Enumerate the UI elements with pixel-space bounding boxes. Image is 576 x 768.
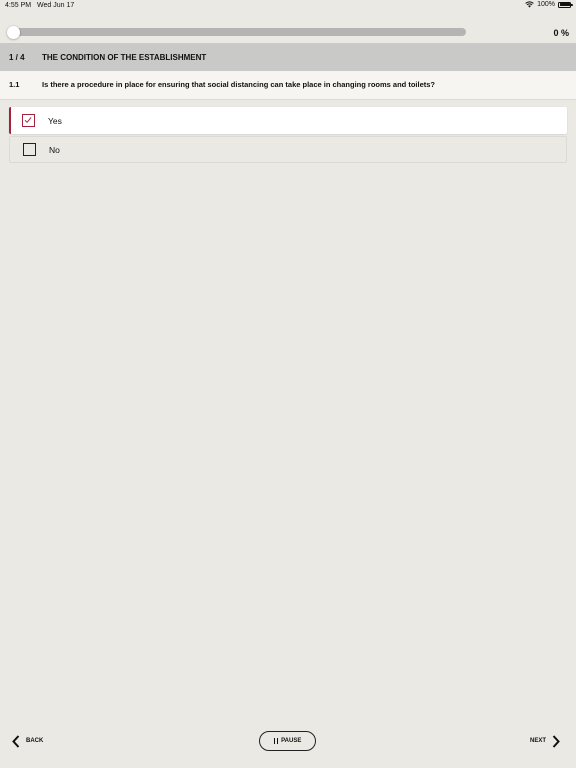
question-text: Is there a procedure in place for ensuri… (42, 80, 436, 89)
back-label: BACK (26, 738, 44, 744)
checkbox-unchecked-icon[interactable] (23, 143, 36, 156)
wifi-icon (525, 1, 534, 8)
pause-icon (273, 738, 279, 744)
battery-percent: 100% (537, 1, 555, 8)
answer-label-no: No (49, 144, 60, 155)
answer-option-no[interactable]: No (9, 136, 567, 163)
pause-button[interactable]: PAUSE (259, 731, 316, 751)
progress-label: 0 % (553, 28, 569, 38)
question-number: 1.1 (9, 80, 20, 89)
status-bar: 4:55 PM Wed Jun 17 100% (0, 0, 576, 12)
next-button[interactable]: NEXT (530, 733, 560, 749)
battery-fill (559, 3, 570, 6)
status-indicators: 100% (525, 1, 573, 8)
answer-label-yes: Yes (48, 115, 62, 126)
status-date: Wed Jun 17 (37, 2, 75, 9)
checkbox-checked-icon[interactable] (22, 114, 35, 127)
back-button[interactable]: BACK (12, 733, 43, 749)
pause-label: PAUSE (281, 738, 302, 744)
progress-knob (7, 25, 20, 39)
chevron-right-icon (552, 734, 560, 748)
answer-option-yes[interactable]: Yes (9, 107, 567, 134)
section-index: 1 / 4 (9, 52, 25, 62)
question-row: 1.1 Is there a procedure in place for en… (0, 71, 576, 100)
next-label: NEXT (529, 738, 546, 744)
battery-icon (558, 1, 573, 8)
survey-screen: 4:55 PM Wed Jun 17 100% 0 % 1 / 4 THE CO… (0, 0, 576, 768)
status-time: 4:55 PM (5, 2, 32, 9)
progress-bar (7, 25, 466, 39)
chevron-left-icon (12, 734, 20, 748)
section-header: 1 / 4 THE CONDITION OF THE ESTABLISHMENT (0, 43, 576, 71)
section-title: THE CONDITION OF THE ESTABLISHMENT (42, 52, 207, 62)
